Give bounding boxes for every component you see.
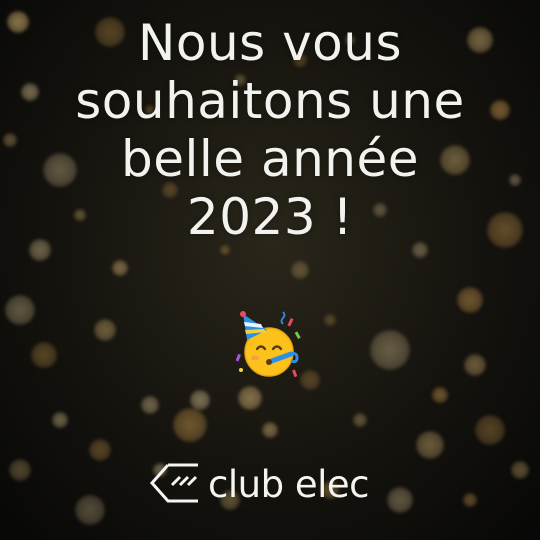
bokeh-light: [9, 459, 31, 481]
bokeh-light: [353, 413, 367, 427]
bokeh-light: [173, 408, 207, 442]
bokeh-light: [89, 439, 111, 461]
bokeh-light: [370, 330, 410, 370]
bokeh-light: [324, 314, 336, 326]
bokeh-light: [112, 260, 128, 276]
headline-line-3: belle année: [121, 130, 419, 188]
club-elec-logo-icon: [149, 463, 198, 503]
bokeh-light: [416, 431, 444, 459]
bokeh-light: [291, 261, 309, 279]
club-elec-logo: club elec: [146, 454, 369, 514]
headline-line-1: Nous vous: [137, 14, 403, 72]
headline-line-2: souhaitons une: [75, 72, 465, 130]
bokeh-light: [220, 245, 230, 255]
bokeh-light: [190, 390, 210, 410]
bokeh-light: [262, 422, 278, 438]
bokeh-light: [463, 493, 477, 507]
bokeh-light: [475, 415, 505, 445]
bokeh-light: [141, 396, 159, 414]
headline-line-4: 2023 !: [186, 188, 354, 246]
bokeh-light: [238, 386, 262, 410]
bokeh-light: [75, 495, 105, 525]
bokeh-light: [511, 461, 529, 479]
bokeh-light: [457, 287, 483, 313]
bokeh-light: [432, 387, 448, 403]
bokeh-light: [94, 319, 116, 341]
bokeh-light: [5, 295, 35, 325]
headline: Nous vous souhaitons une belle année 202…: [0, 14, 540, 246]
bokeh-light: [464, 354, 486, 376]
bokeh-light: [31, 342, 57, 368]
partying-face-icon: [235, 311, 301, 378]
greeting-card: Nous vous souhaitons une belle année 202…: [0, 0, 540, 540]
bokeh-light: [387, 487, 413, 513]
brand-name: club elec: [208, 462, 369, 506]
bokeh-light: [52, 412, 68, 428]
